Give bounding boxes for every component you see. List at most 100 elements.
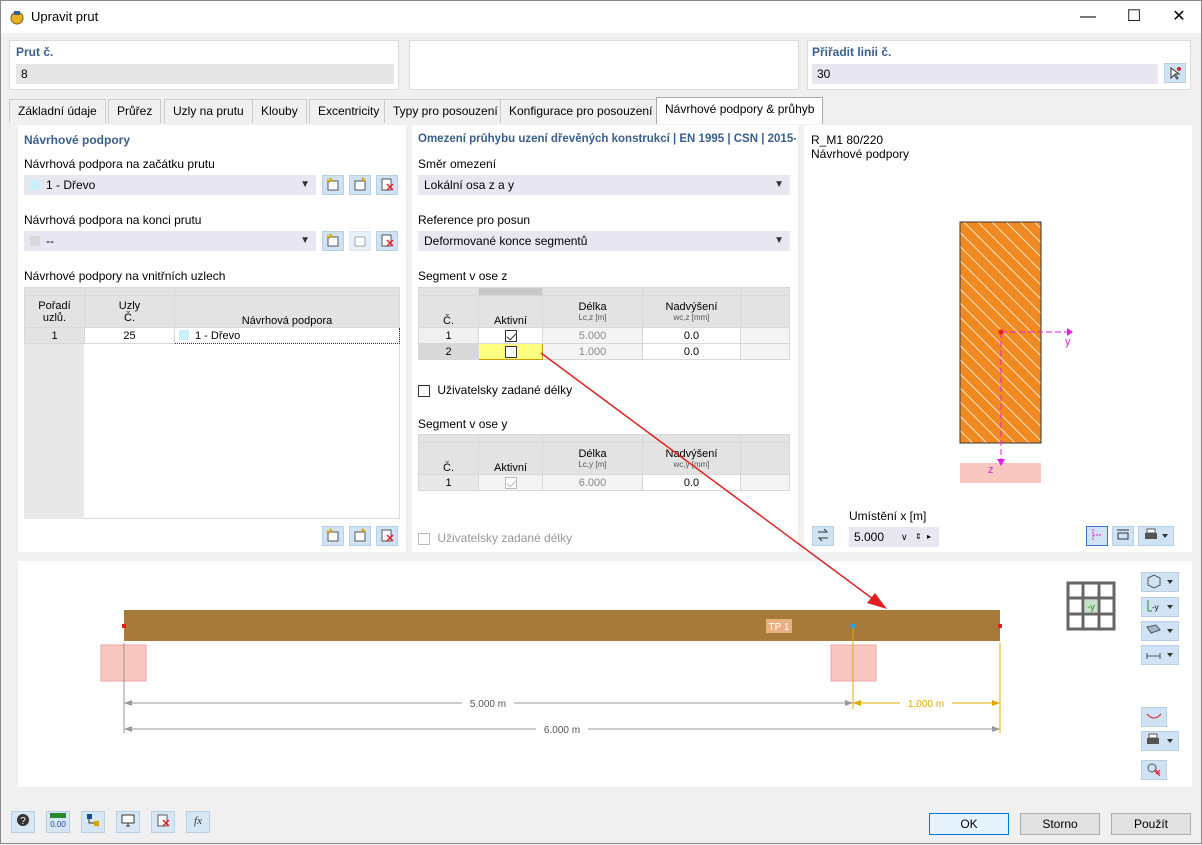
row-camber-cell[interactable]: 0.0 <box>642 327 741 344</box>
iso-view-button[interactable] <box>1141 572 1179 592</box>
spin-updown-icon[interactable]: ⇕ <box>915 527 922 547</box>
reference-value: Deformované konce segmentů <box>424 234 588 248</box>
dimension-mode-button[interactable] <box>1141 645 1179 665</box>
reset-view-button[interactable] <box>1141 760 1167 780</box>
dimension-line-icon <box>1146 653 1173 659</box>
cancel-button[interactable]: Storno <box>1020 813 1100 835</box>
section-drawing: y z <box>959 221 1073 483</box>
delete-end-support-button[interactable] <box>376 231 398 251</box>
surface-icon <box>1146 624 1173 634</box>
active-checkbox[interactable] <box>504 345 517 358</box>
row-active-cell[interactable] <box>478 343 543 360</box>
tab-design-supports[interactable]: Návrhové podpory & průhyb <box>656 97 824 124</box>
swap-icon <box>817 528 829 542</box>
assign-line-field[interactable]: 30 <box>812 64 1158 84</box>
spin-right-icon[interactable]: ▸ <box>927 527 931 547</box>
centroid-point <box>998 329 1004 335</box>
help-button[interactable]: ? <box>11 811 35 833</box>
pick-line-button[interactable] <box>1164 63 1186 83</box>
direction-label: Směr omezení <box>418 157 497 171</box>
edit-inner-support-button[interactable] <box>349 526 371 546</box>
support-color-swatch <box>30 180 40 190</box>
new-inner-support-button[interactable] <box>322 526 344 546</box>
new-end-support-button[interactable] <box>322 231 344 251</box>
formula-button[interactable]: fx <box>186 811 210 833</box>
end-support-label: Návrhová podpora na konci prutu <box>24 213 202 227</box>
y-axis-arrow <box>1067 328 1073 336</box>
render-mode-button[interactable] <box>1141 621 1179 641</box>
ok-button[interactable]: OK <box>929 813 1009 835</box>
table-row[interactable]: 1 6.000 0.0 <box>418 474 790 491</box>
tab-design-config[interactable]: Konfigurace pro posouzení <box>500 99 662 123</box>
close-button[interactable]: ✕ <box>1156 1 1202 33</box>
delete-support-button[interactable] <box>376 175 398 195</box>
axis-view-button[interactable]: -y <box>1141 597 1179 617</box>
start-support-select[interactable]: 1 - Dřevo ▼ <box>24 175 316 195</box>
edit-end-support-button[interactable] <box>349 231 371 251</box>
axes-icon <box>1092 529 1101 541</box>
window-title: Upravit prut <box>31 9 99 24</box>
table-row[interactable]: 1 25 1 - Dřevo <box>24 327 400 344</box>
assign-line-box: Přiřadit linii č. 30 <box>807 40 1191 90</box>
cube-icon <box>1147 574 1173 589</box>
print-section-button[interactable] <box>1138 526 1174 546</box>
member-number-field[interactable]: 8 <box>16 64 394 84</box>
tab-cross-section[interactable]: Průřez <box>108 99 162 123</box>
view-button[interactable] <box>116 811 140 833</box>
function-icon: fx <box>194 815 202 827</box>
beam-view-panel: TP 1 5.000 m 1.000 m 6.000 m -y -y <box>18 561 1192 787</box>
user-lengths-checkbox[interactable] <box>418 384 430 397</box>
units-button[interactable]: 0.00 <box>46 811 70 833</box>
row-camber-cell[interactable]: 0.0 <box>642 474 741 491</box>
position-value: 5.000 <box>854 530 885 544</box>
delete-button[interactable] <box>151 811 175 833</box>
user-lengths-y: Uživatelsky zadané délky <box>418 531 572 545</box>
print-view-button[interactable] <box>1141 731 1179 751</box>
new-support-button[interactable] <box>322 175 344 195</box>
table-row[interactable]: 2 1.000 0.0 <box>418 343 790 360</box>
delete-inner-support-button[interactable] <box>376 526 398 546</box>
table-row[interactable]: 1 5.000 0.0 <box>418 327 790 344</box>
tab-basic[interactable]: Základní údaje <box>9 99 106 123</box>
end-support-select[interactable]: -- ▼ <box>24 231 316 251</box>
col-node-header: Uzly Č. <box>84 295 175 328</box>
chevron-down-icon[interactable]: ∨ <box>901 527 908 547</box>
tab-member-nodes[interactable]: Uzly na prutu <box>164 99 253 123</box>
deflection-view-button[interactable] <box>1141 707 1167 727</box>
section-preview-panel: R_M1 80/220 Návrhové podpory y z Umístěn… <box>804 125 1192 552</box>
row-no-cell: 1 <box>418 474 479 491</box>
tab-eccentricities[interactable]: Excentricity <box>309 99 389 123</box>
inner-supports-table: Pořadí uzlů. Uzly Č. Návrhová podpora 1 2… <box>24 287 400 344</box>
row-active-cell[interactable] <box>478 327 543 344</box>
col-camber-title: Nadvýšení <box>665 301 718 313</box>
row-camber-cell[interactable]: 0.0 <box>642 343 741 360</box>
user-lengths-z[interactable]: Uživatelsky zadané délky <box>418 383 572 397</box>
delete-item-icon <box>381 178 394 191</box>
reference-select[interactable]: Deformované konce segmentů ▼ <box>418 231 790 251</box>
tab-design-types[interactable]: Typy pro posouzení <box>384 99 507 123</box>
position-spinner[interactable]: 5.000 ∨ ⇕ ▸ <box>849 527 939 547</box>
active-checkbox[interactable] <box>504 329 517 342</box>
model-button[interactable] <box>81 811 105 833</box>
end-support-value: -- <box>46 234 54 248</box>
axis-y-label: y <box>1065 336 1071 348</box>
row-node-cell[interactable]: 25 <box>84 327 175 344</box>
minimize-button[interactable]: — <box>1065 1 1111 33</box>
view-cube-icon[interactable]: -y <box>1066 581 1116 631</box>
delete-item-icon <box>381 529 394 542</box>
design-supports-title: Návrhové podpory <box>24 133 131 147</box>
user-lengths-label: Uživatelsky zadané délky <box>437 383 573 397</box>
row-active-cell <box>478 474 543 491</box>
apply-button[interactable]: Použít <box>1111 813 1191 835</box>
edit-item-icon <box>354 177 366 191</box>
dimensions-button[interactable] <box>1112 526 1134 546</box>
edit-support-button[interactable] <box>349 175 371 195</box>
tab-hinges[interactable]: Klouby <box>252 99 307 123</box>
maximize-button[interactable]: ☐ <box>1111 1 1157 33</box>
row-support-cell[interactable]: 1 - Dřevo <box>174 327 400 344</box>
segment-z-table: Č. Aktivní Délka Lc,z [m] Nadvýšení wc,z [… <box>418 287 790 360</box>
start-support-label: Návrhová podpora na začátku prutu <box>24 157 215 171</box>
direction-select[interactable]: Lokální osa z a y ▼ <box>418 175 790 195</box>
swap-view-button[interactable] <box>812 526 834 546</box>
section-axes-button[interactable] <box>1086 526 1108 546</box>
